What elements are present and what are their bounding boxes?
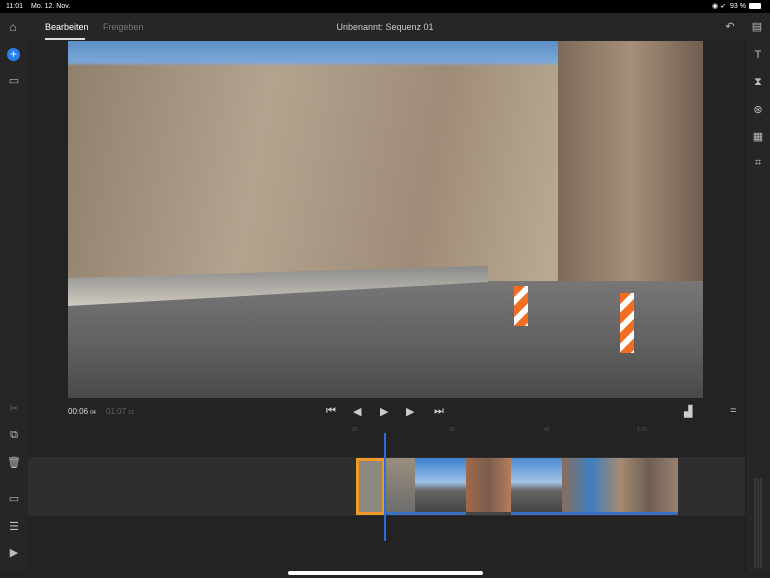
active-tab-indicator — [45, 38, 85, 40]
battery-icon — [749, 3, 761, 9]
top-bar: ⌂ Bearbeiten Freigeben Unbenannt: Sequen… — [0, 13, 770, 41]
skip-end-icon[interactable]: ⏭ — [434, 405, 444, 418]
play-icon[interactable]: ▶ — [380, 405, 388, 418]
split-icon[interactable]: ✂ — [4, 402, 24, 415]
duration-value: 01:07 — [106, 407, 127, 416]
date: Mo. 12. Nov. — [31, 3, 71, 10]
color-icon[interactable]: ⊛ — [748, 103, 768, 116]
audio-icon[interactable]: ▦ — [748, 130, 768, 143]
trash-icon[interactable]: 🗑 — [4, 456, 24, 469]
ruler-tick: 00 — [352, 427, 358, 433]
timeline-clip-selected[interactable] — [356, 458, 385, 515]
timeline-clip[interactable] — [385, 458, 415, 515]
cone — [620, 293, 634, 353]
ruler-tick: 20 — [449, 427, 455, 433]
sequence-title: Unbenannt: Sequenz 01 — [336, 22, 434, 32]
step-forward-icon[interactable]: ▶︎ — [406, 405, 414, 418]
clock: 11:01 — [6, 3, 23, 10]
video-preview[interactable] — [68, 41, 703, 398]
playhead[interactable] — [384, 433, 386, 541]
current-frames: 04 — [90, 410, 96, 416]
duration-frames: 13 — [128, 410, 134, 416]
timeline-clip[interactable] — [511, 458, 562, 515]
status-bar: 11:01 Mo. 12. Nov. ◉ ➶ 93 % — [0, 0, 770, 13]
add-media-button[interactable]: + — [7, 48, 20, 61]
audio-meter — [754, 478, 762, 568]
duration: 01:07 13 — [106, 407, 134, 416]
right-toolbar: T ⧗ ⊛ ▦ ⌗ — [745, 41, 770, 571]
titles-icon[interactable]: T — [748, 49, 768, 61]
fullscreen-icon[interactable]: ▟ — [684, 405, 692, 418]
track-icon[interactable]: ▭ — [4, 492, 24, 505]
ruler-tick: 1:00 — [637, 427, 647, 433]
list-icon[interactable]: ☰ — [4, 520, 24, 533]
transitions-icon[interactable]: ⧗ — [748, 76, 768, 89]
step-back-icon[interactable]: ◀︎ — [353, 405, 361, 418]
ruler-tick: 40 — [544, 427, 550, 433]
wifi-icon: ◉ ➶ — [712, 3, 726, 10]
home-indicator[interactable] — [288, 571, 483, 575]
menu-icon[interactable]: = — [730, 405, 736, 417]
comment-icon[interactable]: ▤ — [747, 20, 767, 33]
playback-settings-icon[interactable]: ▶ — [4, 546, 24, 559]
skip-start-icon[interactable]: ⏮ — [326, 405, 336, 418]
media-icon[interactable]: ▭ — [4, 74, 24, 87]
battery-percent: 93 % — [730, 3, 746, 10]
cone — [514, 286, 528, 326]
timeline-clip[interactable] — [562, 458, 678, 515]
timeline-clip[interactable] — [466, 458, 511, 515]
timeline-clip[interactable] — [415, 458, 466, 515]
cliff — [558, 41, 703, 311]
duplicate-icon[interactable]: ⧉ — [4, 429, 24, 442]
current-time-value: 00:06 — [68, 407, 89, 416]
crop-icon[interactable]: ⌗ — [748, 157, 768, 170]
left-toolbar: + ▭ ✂ ⧉ 🗑 ▭ ☰ ▶ — [0, 41, 28, 571]
undo-icon[interactable]: ↶ — [720, 20, 740, 33]
current-time: 00:06 04 — [68, 407, 96, 416]
